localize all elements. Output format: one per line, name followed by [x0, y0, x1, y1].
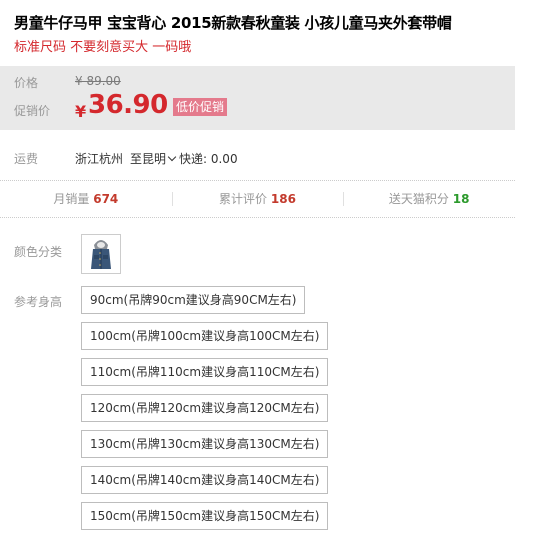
- ship-to-label: 至昆明: [130, 152, 167, 166]
- ship-to-selector[interactable]: 至昆明: [130, 150, 177, 167]
- price-label: 价格: [14, 76, 39, 90]
- size-option-100[interactable]: 100cm(吊牌100cm建议身高100CM左右): [81, 322, 329, 350]
- original-price: ¥ 89.00: [75, 74, 121, 88]
- size-option-140[interactable]: 140cm(吊牌140cm建议身高140CM左右): [81, 466, 329, 494]
- shipping-label: 运费: [14, 152, 39, 166]
- size-option-110[interactable]: 110cm(吊牌110cm建议身高110CM左右): [81, 358, 329, 386]
- shipping-row: 运费 浙江杭州 至昆明 快递: 0.00: [14, 150, 514, 166]
- product-title: 男童牛仔马甲 宝宝背心 2015新款春秋童装 小孩儿童马夹外套带帽: [14, 14, 452, 32]
- ship-from: 浙江杭州: [75, 152, 124, 166]
- promo-price: 36.90: [88, 90, 168, 120]
- monthly-sales-value: 674: [93, 192, 119, 206]
- reviews-value: 186: [270, 192, 296, 206]
- points-value: 18: [452, 192, 470, 206]
- points: 送天猫积分 18: [343, 181, 515, 217]
- size-option-130[interactable]: 130cm(吊牌130cm建议身高130CM左右): [81, 430, 329, 458]
- monthly-sales-label: 月销量: [53, 192, 90, 206]
- color-swatch[interactable]: [81, 234, 121, 274]
- reviews[interactable]: 累计评价 186: [171, 181, 344, 217]
- chevron-down-icon: [167, 152, 177, 161]
- promo-badge: 低价促销: [173, 98, 228, 116]
- size-label: 参考身高: [14, 295, 63, 309]
- currency-symbol: ¥: [75, 102, 87, 121]
- color-label: 颜色分类: [14, 245, 63, 259]
- shipping-fee: 快递: 0.00: [179, 152, 238, 166]
- promo-price-label: 促销价: [14, 104, 51, 118]
- denim-vest-thumbnail-icon: [91, 240, 111, 269]
- reviews-label: 累计评价: [219, 192, 268, 206]
- size-option-150[interactable]: 150cm(吊牌150cm建议身高150CM左右): [81, 502, 329, 530]
- monthly-sales: 月销量 674: [0, 181, 172, 217]
- stats-bar: 月销量 674 累计评价 186 送天猫积分 18: [0, 180, 515, 218]
- points-label: 送天猫积分: [388, 192, 449, 206]
- size-option-120[interactable]: 120cm(吊牌120cm建议身高120CM左右): [81, 394, 329, 422]
- product-subtitle: 标准尺码 不要刻意买大 一码哦: [14, 40, 192, 55]
- size-option-90[interactable]: 90cm(吊牌90cm建议身高90CM左右): [81, 286, 306, 314]
- price-panel: 价格 ¥ 89.00 促销价 ¥ 36.90 低价促销: [0, 66, 515, 130]
